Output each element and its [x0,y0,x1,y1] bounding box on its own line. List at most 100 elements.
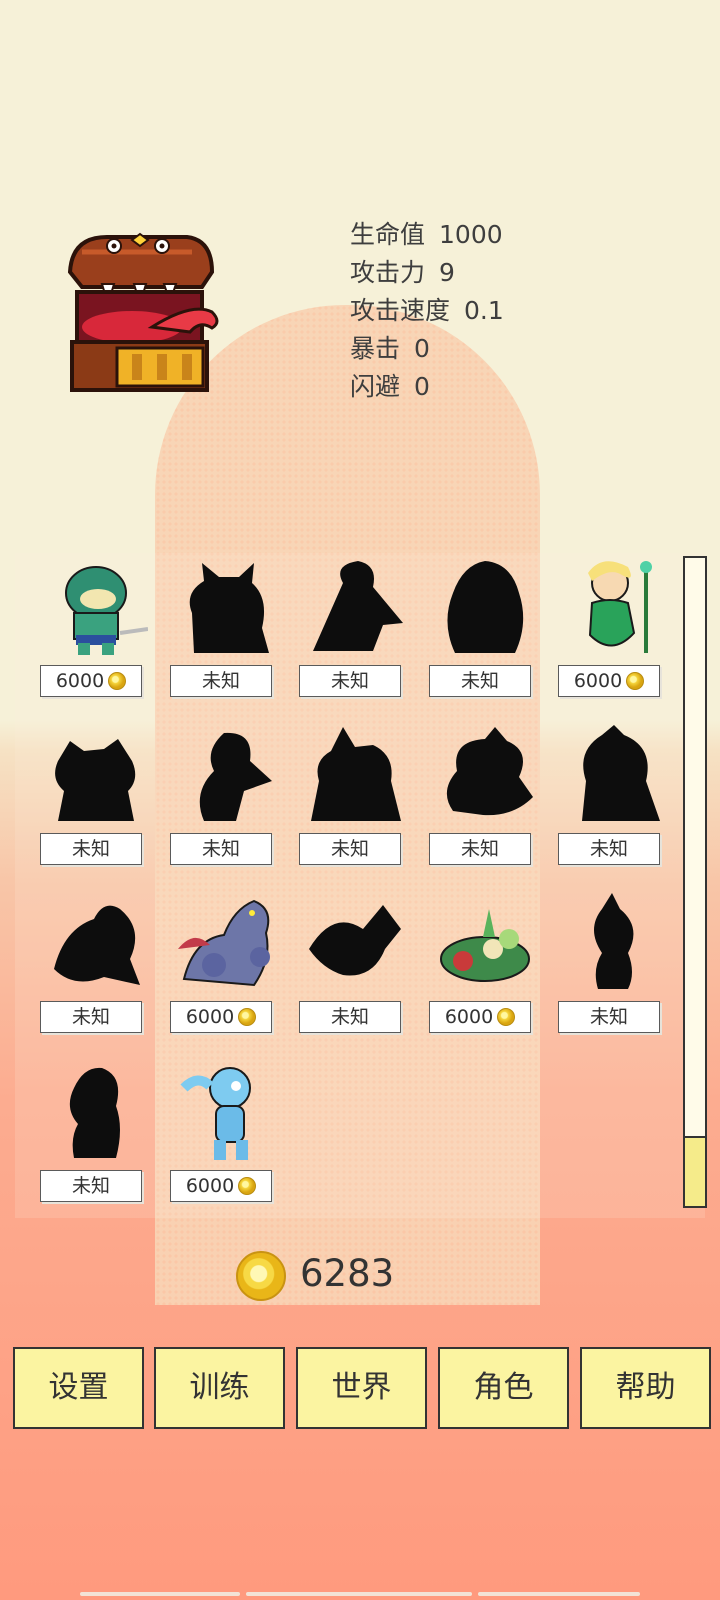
silhouette-icon [44,721,148,829]
character-card-locked[interactable]: 未知 [299,721,409,871]
scrollbar[interactable] [683,556,707,1208]
character-price-label: 未知 [589,1006,628,1028]
world-button[interactable]: 世界 [296,1347,427,1429]
stat-value: 0 [414,372,430,401]
stat-label: 攻击力 [350,258,426,287]
silhouette-icon [433,553,537,661]
nav-bar-segment [478,1592,640,1596]
character-price-label: 6000 [573,670,623,692]
character-price-label: 未知 [201,838,240,860]
character-price-label: 未知 [589,838,628,860]
silhouette-icon [44,1058,148,1166]
character-price-label: 未知 [330,1006,369,1028]
mimic-chest-hero-icon [62,232,222,398]
stat-value: 0 [414,334,430,363]
character-price-label: 未知 [71,838,110,860]
character-price-tag: 未知 [558,833,660,865]
silhouette-icon [174,721,278,829]
plant-frog-icon [433,889,537,997]
stat-attack: 攻击力 9 [350,254,504,292]
character-card-locked[interactable]: 未知 [170,721,280,871]
settings-button[interactable]: 设置 [13,1347,144,1429]
stat-dodge: 闪避 0 [350,368,504,406]
character-price-label: 6000 [55,670,105,692]
character-card-locked[interactable]: 未知 [40,721,150,871]
silhouette-icon [562,889,666,997]
coin-icon [238,1177,257,1195]
nav-bar-segment [80,1592,240,1596]
character-card-locked[interactable]: 未知 [40,1058,150,1208]
water-spirit-icon [174,1058,278,1166]
character-price-label: 6000 [185,1175,235,1197]
silhouette-icon [303,889,407,997]
character-price-label: 未知 [460,670,499,692]
character-price-tag: 6000 [170,1170,272,1202]
character-price-label: 未知 [71,1175,110,1197]
character-price-label: 未知 [201,670,240,692]
stats-panel: 生命值 1000 攻击力 9 攻击速度 0.1 暴击 0 闪避 0 [350,216,504,406]
character-card-locked[interactable]: 未知 [299,889,409,1039]
silhouette-icon [433,721,537,829]
coin-icon [108,672,127,690]
character-price-label: 未知 [71,1006,110,1028]
character-card-locked[interactable]: 未知 [429,553,539,703]
character-button[interactable]: 角色 [438,1347,569,1429]
character-card-unlocked[interactable]: 6000 [170,889,280,1039]
character-card-unlocked[interactable]: 6000 [40,553,150,703]
character-price-tag: 未知 [40,1001,142,1033]
character-card-unlocked[interactable]: 6000 [170,1058,280,1208]
stat-hp: 生命值 1000 [350,216,504,254]
character-price-label: 未知 [460,838,499,860]
stat-label: 生命值 [350,220,426,249]
character-card-locked[interactable]: 未知 [429,721,539,871]
silhouette-icon [562,721,666,829]
character-price-tag: 未知 [170,833,272,865]
character-price-tag: 未知 [558,1001,660,1033]
character-price-tag: 未知 [429,833,531,865]
nav-bar-segment [246,1592,472,1596]
character-price-tag: 6000 [558,665,660,697]
character-price-tag: 未知 [40,1170,142,1202]
character-card-locked[interactable]: 未知 [170,553,280,703]
character-card-locked[interactable]: 未知 [40,889,150,1039]
character-price-tag: 未知 [299,833,401,865]
stat-crit: 暴击 0 [350,330,504,368]
stat-value: 0.1 [464,296,504,325]
fish-warrior-icon [44,553,149,661]
character-price-label: 6000 [444,1006,494,1028]
silhouette-icon [303,721,407,829]
character-card-locked[interactable]: 未知 [558,889,668,1039]
character-price-tag: 未知 [429,665,531,697]
silhouette-icon [174,553,278,661]
character-price-tag: 6000 [40,665,142,697]
coin-amount: 6283 [300,1252,395,1295]
character-card-locked[interactable]: 未知 [558,721,668,871]
training-button[interactable]: 训练 [154,1347,285,1429]
stat-label: 暴击 [350,334,401,363]
mermaid-icon [562,553,666,661]
character-price-label: 6000 [185,1006,235,1028]
coin-icon [238,1008,257,1026]
character-card-unlocked[interactable]: 6000 [429,889,539,1039]
scrollbar-thumb[interactable] [685,1136,705,1206]
stat-attack-speed: 攻击速度 0.1 [350,292,504,330]
three-headed-dragon-icon [174,889,278,997]
character-price-tag: 未知 [299,1001,401,1033]
character-price-label: 未知 [330,838,369,860]
stat-label: 闪避 [350,372,401,401]
coin-icon [236,1251,286,1301]
character-price-label: 未知 [330,670,369,692]
stat-value: 9 [439,258,455,287]
help-button[interactable]: 帮助 [580,1347,711,1429]
silhouette-icon [303,553,407,661]
character-card-unlocked[interactable]: 6000 [558,553,668,703]
stat-value: 1000 [439,220,503,249]
character-price-tag: 6000 [429,1001,531,1033]
character-price-tag: 未知 [299,665,401,697]
character-grid: 6000 未知 未知 未知 6000 未知 未知 未知 未知 未知 未知 6000 未知 6000 未知 未知… [15,553,705,1218]
character-card-locked[interactable]: 未知 [299,553,409,703]
character-price-tag: 未知 [170,665,272,697]
stat-label: 攻击速度 [350,296,451,325]
character-price-tag: 6000 [170,1001,272,1033]
character-price-tag: 未知 [40,833,142,865]
